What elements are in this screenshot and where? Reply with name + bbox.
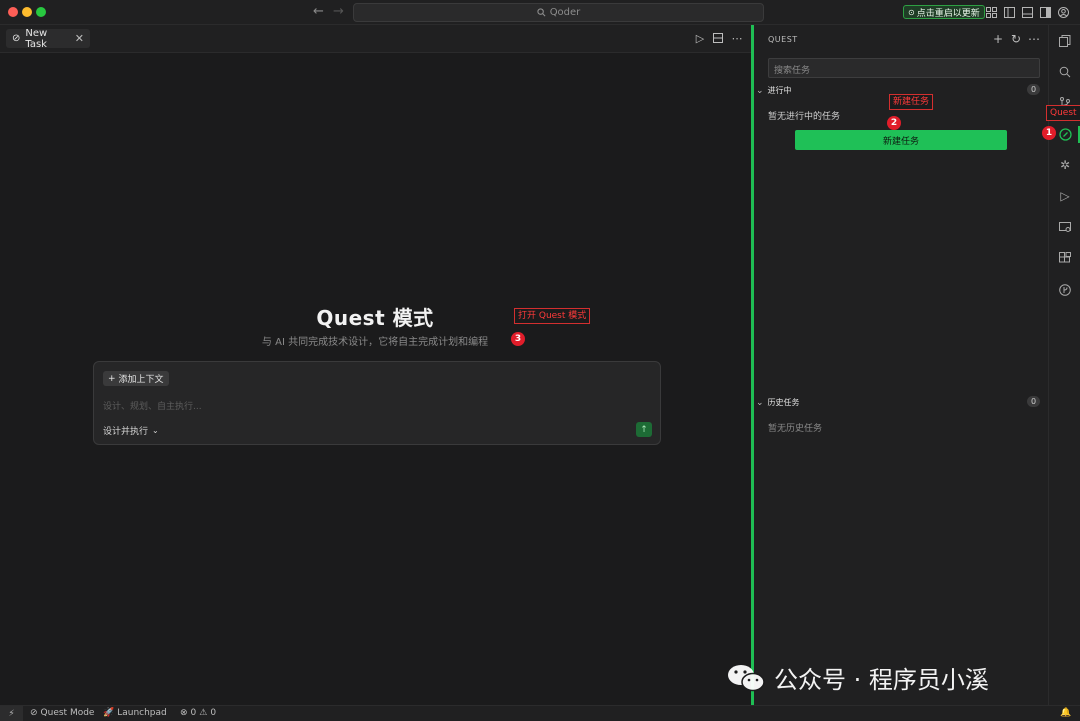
task-search-input[interactable]: 搜索任务 <box>768 58 1040 78</box>
annotation-new-task: 新建任务 <box>889 94 934 110</box>
quest-icon[interactable] <box>1058 127 1072 141</box>
launchpad-label: Launchpad <box>117 708 167 718</box>
add-context-label: 添加上下文 <box>118 375 164 385</box>
error-count: 0 <box>190 708 197 718</box>
in-progress-label: 进行中 <box>767 86 792 95</box>
history-empty-text: 暂无历史任务 <box>768 424 823 434</box>
ai-chat-icon[interactable]: ✲ <box>1058 158 1072 172</box>
add-icon[interactable]: + <box>991 32 1005 46</box>
wechat-logo-icon <box>726 663 766 693</box>
plus-icon: + <box>108 373 116 384</box>
run-icon[interactable]: ▷ <box>693 31 707 45</box>
problems-status[interactable]: ⊗ 0 ⚠ 0 <box>180 708 216 718</box>
quest-tab-icon: ⊘ <box>12 33 21 44</box>
annotation-badge-1: 1 <box>1042 126 1056 140</box>
new-task-button[interactable]: 新建任务 <box>795 130 1007 150</box>
extensions-icon[interactable] <box>1058 251 1072 265</box>
annotation-badge-2: 2 <box>887 116 901 130</box>
quest-mode-subtitle: 与 AI 共同完成技术设计，它将自主完成计划和编程 <box>261 337 489 348</box>
remote-indicator-icon[interactable]: ⚡ <box>0 706 23 721</box>
close-icon[interactable]: ✕ <box>75 32 84 45</box>
in-progress-count: 0 <box>1027 84 1040 95</box>
history-label: 历史任务 <box>767 398 800 407</box>
search-icon[interactable] <box>1058 65 1072 79</box>
remote-explorer-icon[interactable] <box>1058 220 1072 234</box>
quest-input-field[interactable]: 设计、规划、自主执行... <box>103 399 202 412</box>
update-icon: ⊙ <box>908 7 915 17</box>
mode-label: 设计并执行 <box>103 427 149 437</box>
notifications-icon[interactable]: 🔔 <box>1060 708 1071 718</box>
annotation-badge-3: 3 <box>511 332 525 346</box>
in-progress-empty-text: 暂无进行中的任务 <box>768 112 841 122</box>
chevron-down-icon: ⌄ <box>756 397 764 408</box>
status-bar: ⚡ ⊘ Quest Mode 🚀 Launchpad ⊗ 0 ⚠ 0 🔔 <box>0 705 1080 721</box>
forward-arrow-icon[interactable]: → <box>333 4 344 19</box>
explorer-icon[interactable] <box>1058 34 1072 48</box>
warning-count: 0 <box>210 708 217 718</box>
toggle-left-sidebar-icon[interactable] <box>1002 5 1016 19</box>
annotation-quest: Quest <box>1046 105 1080 121</box>
more-icon[interactable]: ⋯ <box>1027 32 1041 46</box>
minimize-window-button[interactable] <box>22 7 32 17</box>
command-search-box[interactable]: Qoder <box>353 3 764 22</box>
account-icon[interactable] <box>1056 5 1070 19</box>
editor-area: ⊘ New Task ✕ ▷ ⋯ Quest 模式 与 AI 共同完成技术设计，… <box>0 25 751 705</box>
chevron-down-icon: ⌄ <box>152 426 159 435</box>
watermark: 公众号 · 程序员小溪 <box>726 660 989 695</box>
chevron-down-icon: ⌄ <box>756 85 764 96</box>
update-label: 点击重启以更新 <box>916 8 980 19</box>
in-progress-section-header[interactable]: ⌄ 进行中 <box>756 85 792 96</box>
branch-icon[interactable] <box>1058 283 1072 297</box>
error-icon: ⊗ <box>180 708 188 718</box>
rocket-icon: 🚀 <box>103 708 115 718</box>
mode-dropdown[interactable]: 设计并执行 ⌄ <box>103 424 159 437</box>
quest-mode-label: Quest Mode <box>40 708 95 718</box>
launchpad-status[interactable]: 🚀 Launchpad <box>103 708 167 718</box>
history-section-header[interactable]: ⌄ 历史任务 <box>756 397 800 408</box>
tab-bar: ⊘ New Task ✕ ▷ ⋯ <box>0 25 751 53</box>
quest-panel: QUEST + ↻ ⋯ 搜索任务 ⌄ 进行中 0 新建任务 暂无进行中的任务 2… <box>754 25 1048 705</box>
back-arrow-icon[interactable]: ← <box>313 4 324 19</box>
restart-update-button[interactable]: ⊙ 点击重启以更新 <box>903 5 985 19</box>
more-actions-icon[interactable]: ⋯ <box>730 31 744 45</box>
tab-label: New Task <box>25 27 48 50</box>
search-icon <box>537 8 546 17</box>
app-title: Qoder <box>549 7 581 18</box>
warning-icon: ⚠ <box>199 708 208 718</box>
zoom-window-button[interactable] <box>36 7 46 17</box>
tab-new-task[interactable]: ⊘ New Task ✕ <box>6 27 90 50</box>
toggle-right-sidebar-icon[interactable] <box>1038 5 1052 19</box>
history-count: 0 <box>1027 396 1040 407</box>
quest-mode-status[interactable]: ⊘ Quest Mode <box>30 708 94 718</box>
quest-mode-title: Quest 模式 <box>316 306 434 330</box>
title-bar: ← → Qoder ⊙ 点击重启以更新 <box>0 0 1080 25</box>
close-window-button[interactable] <box>8 7 18 17</box>
toggle-panel-icon[interactable] <box>1020 5 1034 19</box>
refresh-icon[interactable]: ↻ <box>1009 32 1023 46</box>
watermark-text: 公众号 · 程序员小溪 <box>774 666 989 694</box>
run-debug-icon[interactable]: ▷ <box>1058 189 1072 203</box>
add-context-button[interactable]: + 添加上下文 <box>103 371 169 386</box>
annotation-open-quest: 打开 Quest 模式 <box>514 308 591 324</box>
layout-customize-icon[interactable] <box>984 5 998 19</box>
panel-title: QUEST <box>768 35 798 44</box>
quest-mode-icon: ⊘ <box>30 708 38 718</box>
send-button[interactable]: ↑ <box>636 422 652 437</box>
quest-input-card[interactable]: + 添加上下文 设计、规划、自主执行... 设计并执行 ⌄ ↑ <box>93 361 661 445</box>
arrow-up-icon: ↑ <box>640 424 648 435</box>
split-editor-icon[interactable] <box>711 31 725 45</box>
